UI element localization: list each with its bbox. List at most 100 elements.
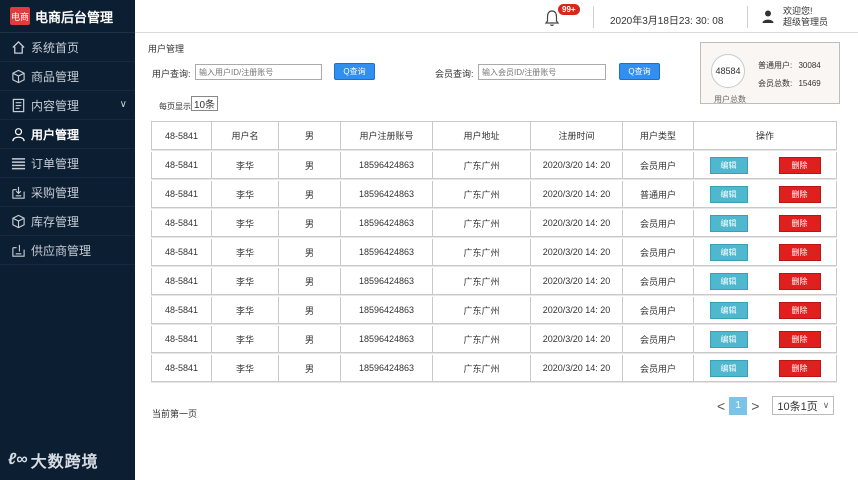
brand-title: 电商后台管理 <box>35 9 114 25</box>
prev-page-button[interactable]: < <box>713 398 729 414</box>
sidebar-item-3[interactable]: 用户管理 <box>0 120 135 149</box>
header-divider <box>593 6 594 28</box>
table-cell: 李华 <box>212 210 279 236</box>
table-cell: 2020/3/20 14: 20 <box>531 268 623 294</box>
current-page-number[interactable]: 1 <box>729 396 748 415</box>
delete-button[interactable]: 删除 <box>778 243 821 261</box>
table-cell: 男 <box>279 210 341 236</box>
sidebar-item-label: 库存管理 <box>31 214 80 229</box>
welcome-greeting: 欢迎您! <box>783 6 813 16</box>
top-header: 99+ 2020年3月18日23: 30: 08 欢迎您! 超级管理员 <box>135 0 858 33</box>
table-cell: 男 <box>279 152 341 178</box>
member-users-value: 15469 <box>798 79 821 88</box>
table-cell: 48-5841 <box>152 297 212 323</box>
table-cell: 18596424863 <box>341 297 433 323</box>
table-cell: 18596424863 <box>341 152 433 178</box>
table-cell: 2020/3/20 14: 20 <box>531 355 623 381</box>
edit-button[interactable]: 编辑 <box>709 359 748 377</box>
normal-users-label: 普通用户: <box>758 61 793 70</box>
home-icon <box>10 39 26 55</box>
table-cell: 男 <box>279 181 341 207</box>
member-search-input[interactable] <box>478 64 606 80</box>
brand[interactable]: 电商 电商后台管理 <box>0 0 135 33</box>
sidebar: 电商 电商后台管理 系统首页 商品管理内容管理 ∨ 用户管理 订单管理采购管理库存管理供… <box>0 0 135 480</box>
table-cell: 李华 <box>212 268 279 294</box>
table-header-cell: 48-5841 <box>152 122 212 149</box>
purchase-icon <box>10 184 26 200</box>
document-icon <box>10 97 26 113</box>
edit-button[interactable]: 编辑 <box>709 301 748 319</box>
edit-button[interactable]: 编辑 <box>709 185 748 203</box>
table-cell: 李华 <box>212 326 279 352</box>
table-cell: 会员用户 <box>623 210 694 236</box>
table-cell: 李华 <box>212 152 279 178</box>
sidebar-item-7[interactable]: 供应商管理 <box>0 236 135 265</box>
list-icon <box>10 155 26 171</box>
table-cell: 广东广州 <box>433 268 531 294</box>
user-stats-panel: 48584 用户总数 普通用户: 30084 会员总数: 15469 <box>700 42 840 104</box>
table-cell: 男 <box>279 239 341 265</box>
table-cell: 48-5841 <box>152 326 212 352</box>
table-cell: 广东广州 <box>433 239 531 265</box>
sidebar-item-1[interactable]: 商品管理 <box>0 62 135 91</box>
table-row: 48-5841 李华男 18596424863 广东广州 2020/3/20 14: 2… <box>151 326 837 353</box>
welcome-text[interactable]: 欢迎您! 超级管理员 <box>783 6 828 28</box>
sidebar-item-6[interactable]: 库存管理 <box>0 207 135 236</box>
row-actions: 编辑 删除 <box>694 239 836 265</box>
chevron-down-icon: ∨ <box>822 400 830 410</box>
table-cell: 18596424863 <box>341 210 433 236</box>
delete-button[interactable]: 删除 <box>778 272 821 290</box>
edit-button[interactable]: 编辑 <box>709 243 748 261</box>
breadcrumb: 用户管理 <box>148 44 185 54</box>
delete-button[interactable]: 删除 <box>778 359 821 377</box>
delete-button[interactable]: 删除 <box>778 185 821 203</box>
page-size-select[interactable]: 10条1页 ∨ <box>772 396 835 415</box>
table-cell: 男 <box>279 355 341 381</box>
per-page-select[interactable]: 10条 <box>191 96 218 111</box>
table-cell: 18596424863 <box>341 326 433 352</box>
page-size-value: 10条1页 <box>777 400 818 413</box>
delete-button[interactable]: 删除 <box>778 330 821 348</box>
user-search-button[interactable]: Q查询 <box>334 63 375 80</box>
edit-button[interactable]: 编辑 <box>709 214 748 232</box>
next-page-button[interactable]: > <box>747 398 763 414</box>
sidebar-item-4[interactable]: 订单管理 <box>0 149 135 178</box>
table-cell: 会员用户 <box>623 355 694 381</box>
user-search-input[interactable] <box>195 64 322 80</box>
table-cell: 广东广州 <box>433 297 531 323</box>
brand-logo-icon: 电商 <box>10 7 30 25</box>
chevron-down-icon[interactable]: ∨ <box>120 99 127 110</box>
table-cell: 2020/3/20 14: 20 <box>531 326 623 352</box>
delete-button[interactable]: 删除 <box>778 301 821 319</box>
row-actions: 编辑 删除 <box>694 181 836 207</box>
total-users-count: 48584 <box>711 54 745 88</box>
table-cell: 会员用户 <box>623 239 694 265</box>
table-cell: 男 <box>279 297 341 323</box>
sidebar-item-0[interactable]: 系统首页 <box>0 33 135 62</box>
edit-button[interactable]: 编辑 <box>709 330 748 348</box>
user-avatar-icon[interactable] <box>762 10 774 23</box>
sidebar-item-label: 内容管理 <box>31 98 80 113</box>
table-cell: 会员用户 <box>623 152 694 178</box>
table-cell: 2020/3/20 14: 20 <box>531 152 623 178</box>
delete-button[interactable]: 删除 <box>778 156 821 174</box>
main-content: 用户管理 用户查询: Q查询 会员查询: Q查询 每页显示 10条 48584 … <box>135 33 858 480</box>
table-header-cell: 用户地址 <box>433 122 531 149</box>
supplier-icon <box>10 242 26 258</box>
sidebar-item-2[interactable]: 内容管理 ∨ <box>0 91 135 120</box>
delete-button[interactable]: 删除 <box>778 214 821 232</box>
edit-button[interactable]: 编辑 <box>709 272 748 290</box>
table-cell: 李华 <box>212 355 279 381</box>
table-cell: 48-5841 <box>152 152 212 178</box>
cube-icon <box>10 68 26 84</box>
edit-button[interactable]: 编辑 <box>709 156 748 174</box>
sidebar-item-label: 采购管理 <box>31 185 80 200</box>
sidebar-item-5[interactable]: 采购管理 <box>0 178 135 207</box>
row-actions: 编辑 删除 <box>694 210 836 236</box>
table-cell: 会员用户 <box>623 297 694 323</box>
table-row: 48-5841 李华男 18596424863 广东广州 2020/3/20 14: 2… <box>151 239 837 266</box>
table-cell: 广东广州 <box>433 152 531 178</box>
table-cell: 会员用户 <box>623 326 694 352</box>
table-cell: 48-5841 <box>152 268 212 294</box>
member-search-button[interactable]: Q查询 <box>619 63 660 80</box>
